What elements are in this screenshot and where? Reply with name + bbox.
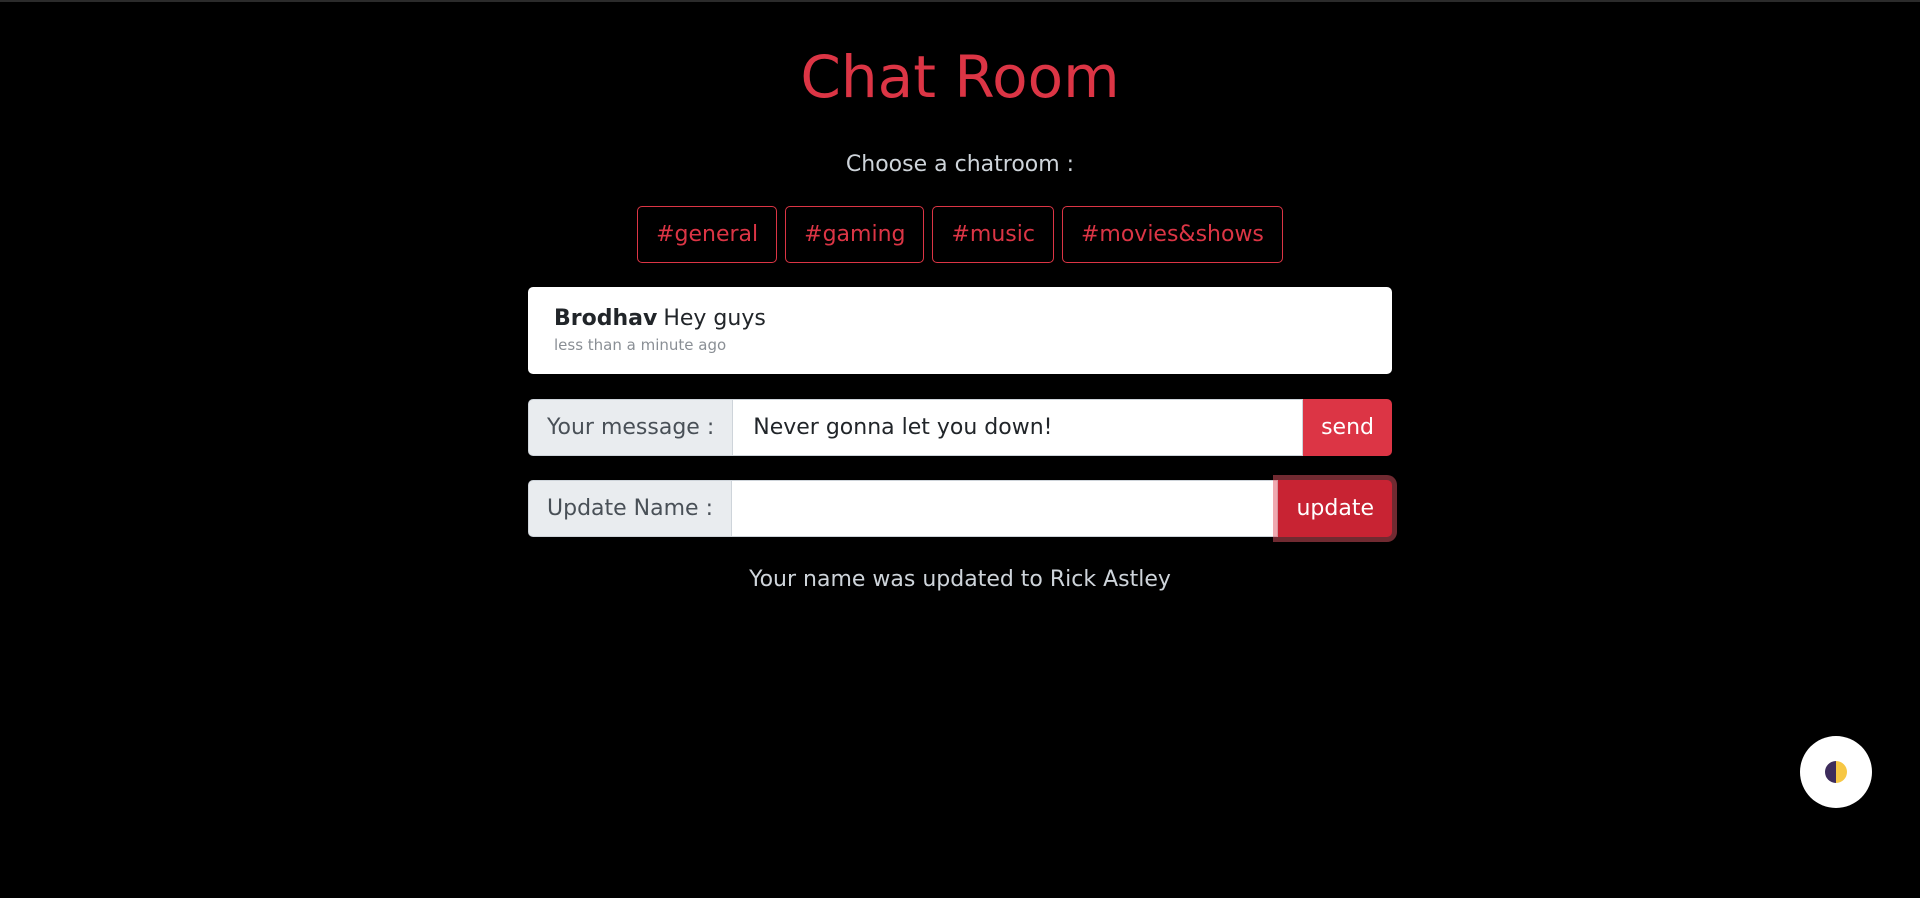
- chat-message: Brodhav Hey guys: [554, 305, 1366, 333]
- room-button-movies-shows[interactable]: #movies&shows: [1061, 206, 1283, 263]
- update-button[interactable]: update: [1278, 480, 1392, 537]
- message-timestamp: less than a minute ago: [554, 336, 727, 354]
- top-border: [0, 0, 1920, 2]
- choose-chatroom-label: Choose a chatroom :: [845, 152, 1075, 177]
- name-input[interactable]: [731, 480, 1279, 537]
- message-author: Brodhav: [554, 306, 658, 331]
- message-input[interactable]: [733, 399, 1304, 456]
- name-input-label: Update Name :: [528, 480, 732, 537]
- message-text: Hey guys: [663, 306, 766, 331]
- message-form: Your message : send: [528, 399, 1392, 456]
- contrast-icon: [1825, 761, 1847, 783]
- update-name-form: Update Name : update: [528, 480, 1392, 537]
- page-title: Chat Room: [800, 43, 1120, 111]
- chatroom-selector: #general #gaming #music #movies&shows: [0, 206, 1920, 263]
- status-message: Your name was updated to Rick Astley: [749, 567, 1171, 592]
- send-button[interactable]: send: [1303, 399, 1392, 456]
- chat-message-list: Brodhav Hey guys less than a minute ago: [528, 287, 1392, 374]
- room-button-music[interactable]: #music: [932, 206, 1054, 263]
- theme-toggle-button[interactable]: [1800, 736, 1872, 808]
- message-input-label: Your message :: [528, 399, 734, 456]
- room-button-gaming[interactable]: #gaming: [785, 206, 925, 263]
- room-button-general[interactable]: #general: [637, 206, 778, 263]
